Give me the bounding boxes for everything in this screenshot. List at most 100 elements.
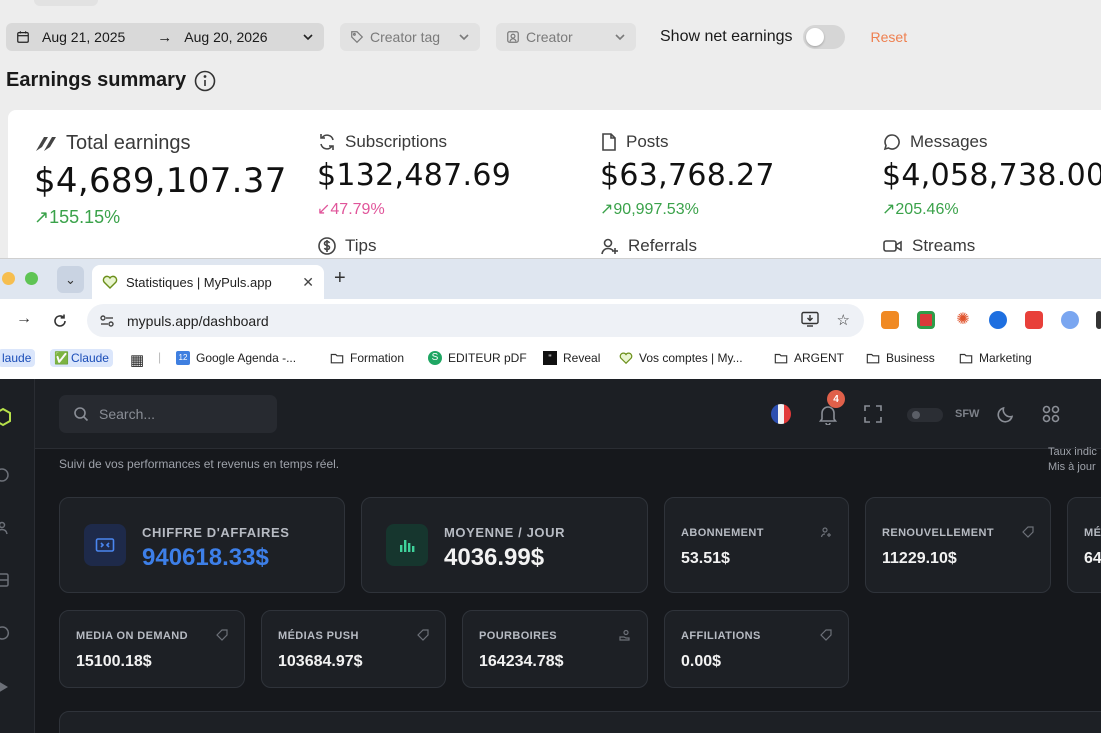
apps-grid-icon[interactable]: ▦ [130, 351, 144, 369]
bookmark-claude[interactable]: ✅ Claude [50, 349, 113, 367]
posts-label: Posts [626, 132, 669, 151]
tips-metric: Tips [317, 236, 377, 256]
calendar-icon: 12 [176, 351, 190, 365]
document-icon [602, 133, 616, 151]
puzzle-extension-icon[interactable] [1096, 311, 1101, 329]
push-media-label: MÉDIAS PUSH [278, 630, 359, 642]
minimize-button[interactable] [2, 272, 15, 285]
streams-label: Streams [912, 236, 976, 255]
bookmarks-bar: laude ✅ Claude ▦ | 12 Google Agenda -... … [0, 343, 1101, 375]
asterisk-extension-icon[interactable]: ✺ [954, 311, 972, 329]
fullscreen-icon[interactable] [863, 404, 883, 424]
metamask-extension-icon[interactable] [881, 311, 899, 329]
subscription-label: ABONNEMENT [681, 527, 764, 539]
affiliations-card: AFFILIATIONS 0.00$ [664, 610, 849, 688]
info-icon[interactable] [194, 70, 216, 92]
total-earnings-change: ↗155.15% [34, 207, 121, 227]
tips-label: POURBOIRES [479, 630, 557, 642]
total-earnings-metric: Total earnings $4,689,107.37 ↗155.15% [34, 132, 287, 228]
revenue-card: CHIFFRE D'AFFAIRES 940618.33$ [59, 497, 345, 593]
partial-card-value: 64 [1084, 550, 1101, 567]
affiliations-label: AFFILIATIONS [681, 630, 761, 642]
sidebar [0, 379, 35, 733]
analytics-icon[interactable] [0, 467, 10, 483]
bookmark-editeur[interactable]: S EDITEUR pDF [428, 351, 527, 365]
search-extension-icon[interactable] [1061, 311, 1079, 329]
refresh-icon [320, 134, 334, 150]
grid-icon[interactable] [1041, 404, 1061, 424]
push-media-card: MÉDIAS PUSH 103684.97$ [261, 610, 446, 688]
messages-change: ↗205.46% [882, 201, 959, 218]
renewal-value: 11229.10$ [882, 550, 957, 567]
install-app-icon[interactable] [800, 311, 819, 327]
reload-icon[interactable] [52, 313, 68, 329]
folder-icon [330, 353, 344, 364]
net-earnings-toggle[interactable] [802, 25, 845, 49]
bookmark-marketing[interactable]: Marketing [959, 351, 1032, 365]
blue-extension-icon[interactable] [989, 311, 1007, 329]
creator-tag-select[interactable]: Creator tag [340, 23, 480, 51]
bookmark-star-icon[interactable]: ☆ [837, 311, 850, 329]
daily-average-value: 4036.99$ [444, 544, 545, 571]
chat-bubble-icon [883, 134, 900, 151]
search-input[interactable]: Search... [59, 395, 277, 433]
date-to: Aug 20, 2026 [184, 29, 268, 45]
wallet-icon [84, 524, 126, 566]
close-tab-icon[interactable]: ✕ [302, 274, 314, 291]
rate-info: Taux indic Mis à jour [1048, 446, 1097, 473]
tab-strip: ⌄ Statistiques | MyPuls.app ✕ + [0, 259, 1101, 299]
tab-search-button[interactable]: ⌄ [57, 266, 84, 293]
streams-metric: Streams [882, 236, 975, 256]
bookmark-argent[interactable]: ARGENT [774, 351, 844, 365]
video-icon [883, 240, 902, 252]
chevron-down-icon [615, 34, 625, 41]
new-tab-button[interactable]: + [334, 267, 346, 290]
dashboard: Search... 4 SFW Suivi de vos performance… [0, 379, 1101, 733]
bookmark-agenda[interactable]: 12 Google Agenda -... [176, 351, 296, 365]
address-bar[interactable]: mypuls.app/dashboard ☆ [87, 304, 864, 337]
bookmarks-divider: | [158, 350, 162, 364]
referrals-metric: Referrals [600, 236, 697, 256]
bookmark-formation[interactable]: Formation [330, 351, 404, 365]
forward-button[interactable]: → [16, 310, 32, 328]
media-on-demand-label: MEDIA ON DEMAND [76, 630, 188, 642]
tag-icon [351, 31, 364, 44]
tips-card: POURBOIRES 164234.78$ [462, 610, 648, 688]
subscription-value: 53.51$ [681, 550, 730, 567]
creator-select[interactable]: Creator [496, 23, 636, 51]
site-settings-icon[interactable] [99, 313, 115, 329]
layout-icon[interactable] [0, 572, 10, 588]
red-extension-icon[interactable] [917, 311, 935, 329]
bookmark-comptes[interactable]: Vos comptes | My... [619, 351, 743, 365]
maximize-button[interactable] [25, 272, 38, 285]
reset-button[interactable]: Reset [871, 29, 908, 45]
bookmark-reveal[interactable]: " Reveal [543, 351, 600, 365]
logo-icon[interactable] [0, 407, 12, 427]
bookmark-claude-cut[interactable]: laude [0, 349, 36, 367]
bookmark-business[interactable]: Business [866, 351, 935, 365]
partial-tab[interactable] [34, 0, 98, 6]
users-icon[interactable] [0, 520, 10, 536]
play-icon[interactable] [0, 679, 10, 695]
moon-icon[interactable] [996, 404, 1016, 424]
sfw-toggle[interactable] [907, 408, 943, 422]
chat-icon[interactable] [0, 625, 10, 641]
leaf-icon [36, 136, 56, 151]
date-range-picker[interactable]: Aug 21, 2025 → Aug 20, 2026 [6, 23, 324, 51]
media-on-demand-value: 15100.18$ [76, 653, 152, 670]
dollar-circle-icon [318, 237, 336, 255]
navigation-bar: → mypuls.app/dashboard ☆ ✺ [0, 299, 1101, 343]
browser-tab[interactable]: Statistiques | MyPuls.app ✕ [92, 265, 324, 299]
france-flag-icon[interactable] [771, 404, 791, 424]
partial-card: MÉ 64 [1067, 497, 1101, 593]
revenue-label: CHIFFRE D'AFFAIRES [142, 525, 290, 540]
messages-metric: Messages $4,058,738.00 ↗205.46% [882, 132, 1101, 219]
download-extension-icon[interactable] [1025, 311, 1043, 329]
tag-icon [820, 629, 832, 641]
notification-badge: 4 [827, 390, 845, 408]
tips-label: Tips [345, 236, 377, 255]
posts-metric: Posts $63,768.27 ↗90,997.53% [600, 132, 775, 219]
messages-value: $4,058,738.00 [882, 158, 1101, 193]
bar-chart-icon [386, 524, 428, 566]
screenshot-root: Aug 21, 2025 → Aug 20, 2026 Creator tag … [0, 0, 1101, 733]
